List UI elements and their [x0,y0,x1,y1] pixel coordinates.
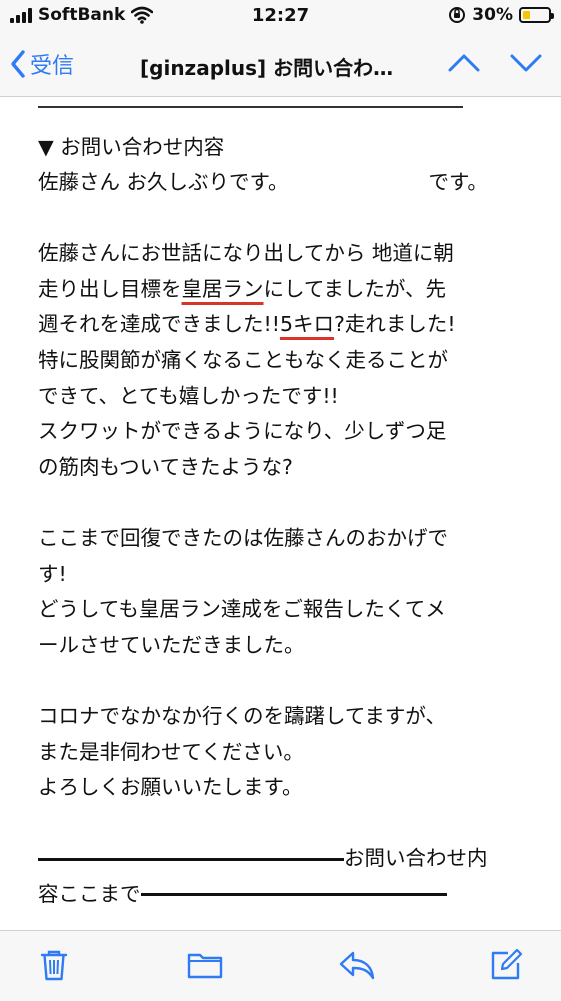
status-bar: SoftBank 12:27 30% [0,0,561,34]
greeting-text: 佐藤さん お久しぶりです。 [38,170,289,195]
body-text: 週それを達成できました!! [38,312,280,337]
body-line: ールさせていただきました。 [38,632,305,657]
next-message-button[interactable] [509,48,543,82]
footer-text: 容ここまで [38,881,141,906]
body-line: コロナでなかなか行くのを躊躇してますが、 [38,704,446,728]
battery-icon [519,7,554,23]
greeting-line: 佐藤さん お久しぶりです。 です。 [38,165,538,201]
body-line: 特に股関節が痛くなることもなく走ることが [38,348,448,373]
back-button[interactable]: 受信 [10,48,74,80]
bottom-toolbar [0,930,561,1001]
delete-button[interactable] [36,947,72,983]
body-line: ここまで回復できたのは佐藤さんのおかげで [38,526,448,551]
chevron-up-icon [448,54,480,72]
body-line: よろしくお願いいたします。 [38,775,303,800]
compose-button[interactable] [488,947,524,983]
status-right: 30% [448,5,554,25]
body-line: す! [38,561,67,586]
footer-line: 容ここまで [38,877,538,913]
separator-line [140,893,447,897]
body-line: また是非伺わせてください。 [38,739,304,764]
body-line: 走り出し目標を皇居ランにしてましたが、先 [38,272,538,308]
orientation-lock-icon [449,7,466,23]
body-line: どうしても皇居ラン達成をご報告したくてメ [38,597,446,622]
body-text: 走り出し目標を [38,276,182,301]
section-heading: ▼ お問い合わせ内容 [38,134,225,159]
mail-subject: [ginzaplus] お問い合わ… [140,56,394,80]
chevron-left-icon [11,50,25,78]
reply-button[interactable] [338,947,375,983]
footer-text: お問い合わせ内 [344,846,488,871]
body-line: 佐藤さんにお世話になり出してから 地道に朝 [38,241,454,266]
message-navigation [447,48,543,82]
mail-nav-bar: 受信 [ginzaplus] お問い合わ… [0,34,561,97]
greeting-suffix: です。 [428,170,488,195]
trash-icon [40,950,68,981]
folder-icon [187,953,223,979]
body-line: できて、とても嬉しかったです!! [38,383,339,408]
highlight-kokyo-run: 皇居ラン [181,276,264,301]
body-text: にしてましたが、先 [263,276,446,301]
divider-top [38,106,463,108]
highlight-5km: 5キロ [279,312,334,337]
body-line: の筋肉もついてきたような? [38,454,293,479]
battery-percent: 30% [472,5,513,25]
body-text: ?走れました! [333,312,456,337]
separator-line [38,857,344,861]
reply-icon [339,951,375,980]
body-line: 週それを達成できました!!5キロ?走れました! [38,307,538,343]
footer-line: お問い合わせ内 [38,841,538,877]
body-line: スクワットができるようになり、少しずつ足 [38,419,447,444]
compose-icon [491,948,523,980]
mail-body: ▼ お問い合わせ内容 佐藤さん お久しぶりです。 です。 佐藤さんにお世話になり出… [38,96,538,913]
previous-message-button[interactable] [447,48,481,82]
battery-level [523,11,531,19]
back-label: 受信 [30,54,75,79]
move-to-folder-button[interactable] [186,947,223,983]
chevron-down-icon [510,54,542,72]
